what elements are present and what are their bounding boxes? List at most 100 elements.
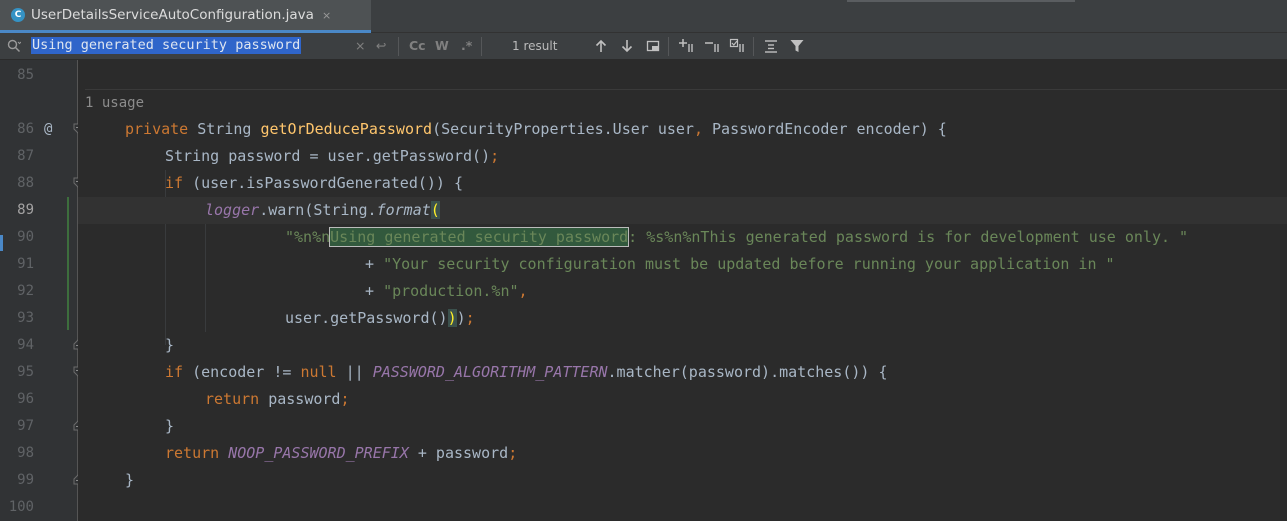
brace: } [165, 336, 175, 354]
line-number: 93 [17, 310, 34, 326]
code-editor[interactable]: 1 usage private String getOrDeducePasswo… [78, 60, 1287, 521]
code-line-88: if (user.isPasswordGenerated()) { [78, 170, 1287, 197]
java-class-icon: C [11, 8, 25, 22]
line-number: 96 [17, 391, 34, 407]
line-number: 98 [17, 445, 34, 461]
brace: } [165, 417, 175, 435]
select-all-icon[interactable] [729, 38, 745, 54]
keyword: if [165, 174, 193, 192]
code-line-99: } [78, 467, 1287, 494]
editor-tab[interactable]: C UserDetailsServiceAutoConfiguration.ja… [0, 0, 371, 33]
keyword: return [205, 390, 269, 408]
params: PasswordEncoder encoder) { [712, 120, 947, 138]
code-text: || [336, 363, 373, 381]
line-number: 95 [17, 364, 34, 380]
code-line-95: if (encoder != null || PASSWORD_ALGORITH… [78, 359, 1287, 386]
previous-occurrence-icon[interactable] [593, 38, 609, 54]
code-line-91: + "Your security configuration must be u… [78, 251, 1287, 278]
next-occurrence-icon[interactable] [619, 38, 635, 54]
code-line-87: String password = user.getPassword(); [78, 143, 1287, 170]
code-line-98: return NOOP_PASSWORD_PREFIX + password; [78, 440, 1287, 467]
code-line-92: + "production.%n", [78, 278, 1287, 305]
string: "%n%n [285, 228, 331, 246]
static-field: NOOP_PASSWORD_PREFIX [228, 444, 409, 462]
title-strip [847, 0, 1075, 2]
code-line-96: return password; [78, 386, 1287, 413]
operator: + [365, 255, 384, 273]
string: "Your security configuration must be upd… [383, 255, 1115, 273]
comma: , [518, 282, 528, 300]
line-number: 87 [17, 148, 34, 164]
clear-search-icon[interactable]: × [355, 37, 365, 55]
string: : %s%n%nThis generated password is for d… [628, 228, 1189, 246]
separator [398, 37, 399, 56]
code-text: .matcher(password).matches()) { [607, 363, 888, 381]
add-occurrence-icon[interactable] [678, 38, 694, 54]
code-line-93: user.getPassword())); [78, 305, 1287, 332]
regex-toggle[interactable]: .* [461, 37, 472, 55]
params: (SecurityProperties.User user [432, 120, 694, 138]
usage-hint[interactable]: 1 usage [85, 89, 1287, 117]
static-field: PASSWORD_ALGORITHM_PATTERN [372, 363, 608, 381]
separator [481, 37, 482, 56]
separator [753, 37, 754, 56]
separator [668, 37, 669, 56]
line-number: 92 [17, 283, 34, 299]
line-number: 99 [17, 472, 34, 488]
code-text: String password = user.getPassword() [165, 147, 491, 165]
editor-tab-bar: C UserDetailsServiceAutoConfiguration.ja… [0, 0, 1287, 33]
keyword: if [165, 363, 193, 381]
semicolon: ; [508, 444, 518, 462]
line-number: 97 [17, 418, 34, 434]
matched-paren: ) [447, 309, 457, 327]
line-number: 86 [17, 121, 34, 137]
code-line-89: logger.warn(String.format( [78, 197, 1287, 224]
semicolon: ; [340, 390, 350, 408]
remove-occurrence-icon[interactable] [704, 38, 720, 54]
line-number: 94 [17, 337, 34, 353]
override-marker-icon[interactable]: @ [44, 116, 52, 143]
select-all-occurrences-icon[interactable] [645, 38, 661, 54]
search-icon[interactable] [7, 39, 21, 53]
static-field: logger [205, 201, 260, 219]
semicolon: ; [465, 309, 475, 327]
method-name: getOrDeducePassword [260, 120, 433, 138]
words-toggle[interactable]: W [435, 37, 449, 55]
code-line-94: } [78, 332, 1287, 359]
search-history-icon[interactable]: ↩ [376, 37, 386, 55]
paren: ) [456, 309, 466, 327]
string: "production.%n" [383, 282, 519, 300]
static-method: format [376, 201, 431, 219]
tab-filename: UserDetailsServiceAutoConfiguration.java [31, 7, 314, 23]
keyword: private [125, 120, 198, 138]
code-text: (user.isPasswordGenerated()) { [192, 174, 464, 192]
semicolon: ; [490, 147, 500, 165]
open-in-window-icon[interactable] [763, 38, 779, 54]
keyword: null [300, 363, 337, 381]
close-tab-icon[interactable]: × [322, 9, 331, 22]
search-input[interactable]: Using generated security password [31, 37, 302, 54]
editor-gutter: 85 86 87 88 89 90 91 92 93 94 95 96 97 9… [0, 60, 78, 521]
match-case-toggle[interactable]: Cc [409, 37, 426, 55]
filter-icon[interactable] [789, 38, 805, 54]
brace: } [125, 471, 135, 489]
find-bar: Using generated security password × ↩ Cc… [0, 33, 1287, 60]
code-text: (encoder != [192, 363, 301, 381]
line-number-current: 89 [17, 202, 34, 218]
code-text: password [268, 390, 341, 408]
code-text: + password [408, 444, 509, 462]
code-text: .warn(String. [259, 201, 377, 219]
keyword: return [165, 444, 229, 462]
operator: + [365, 282, 384, 300]
line-number: 85 [17, 67, 34, 83]
vcs-change-marker[interactable] [67, 197, 69, 330]
matched-paren: ( [430, 201, 440, 219]
search-result-count: 1 result [512, 39, 558, 53]
line-number: 100 [8, 499, 34, 515]
code-line-86: private String getOrDeducePassword(Secur… [78, 116, 1287, 143]
type: String [197, 120, 261, 138]
line-number: 90 [17, 229, 34, 245]
comma: , [693, 120, 713, 138]
code-text: user.getPassword() [285, 309, 448, 327]
code-line-97: } [78, 413, 1287, 440]
